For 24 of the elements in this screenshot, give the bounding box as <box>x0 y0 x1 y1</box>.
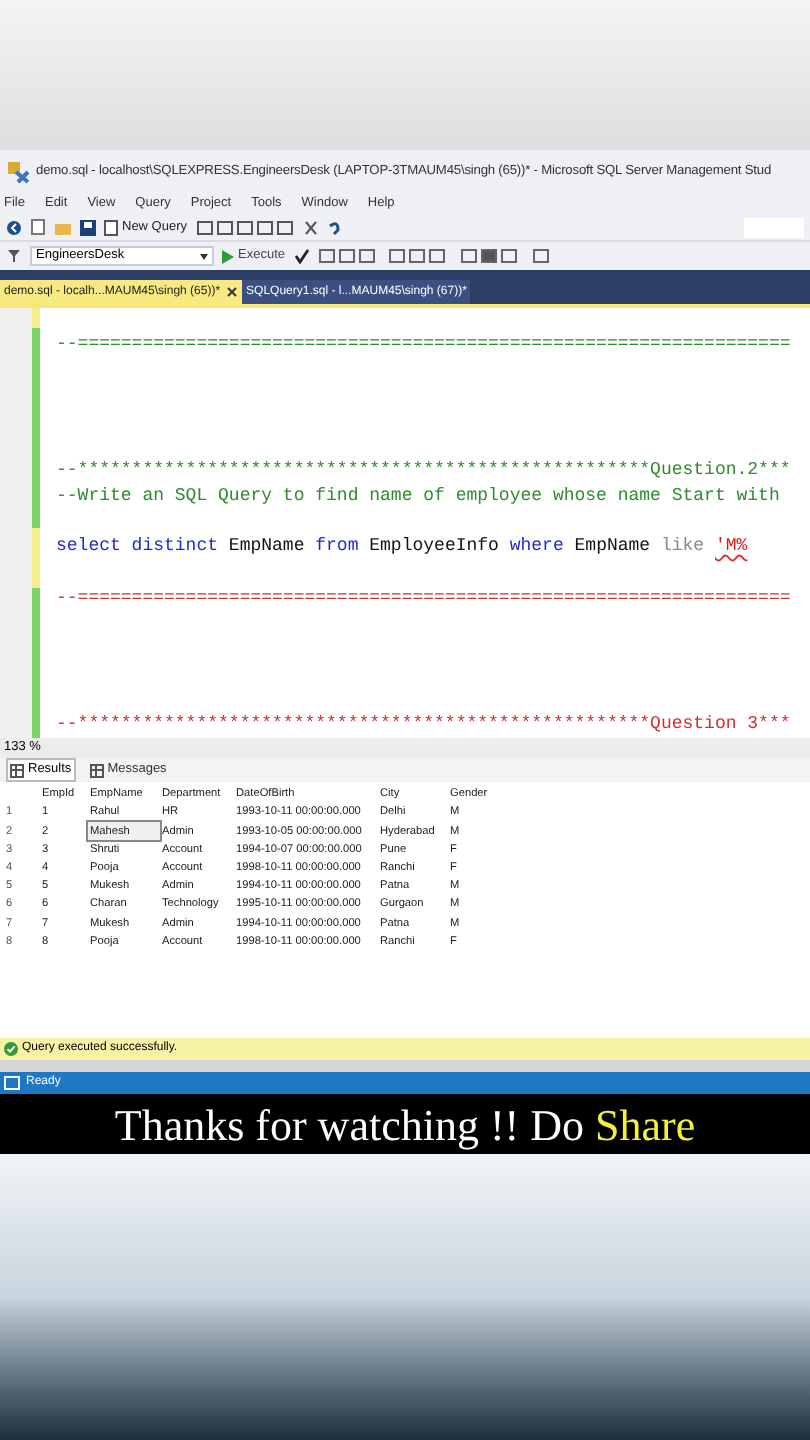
code-line: --================================================================== <box>56 332 791 359</box>
code-line: --*****************************************************Question 3*** <box>56 711 791 738</box>
cut-icon[interactable] <box>303 219 318 235</box>
undo-icon[interactable] <box>325 219 342 235</box>
success-check-icon <box>4 1042 18 1056</box>
grid-icon <box>89 763 104 777</box>
app-logo-icon <box>6 160 30 184</box>
code-line: --*****************************************************Question.2*** <box>56 458 791 485</box>
toolbar-search-field[interactable] <box>744 217 804 237</box>
save-icon[interactable] <box>80 219 96 235</box>
play-icon <box>222 249 234 263</box>
back-arrow-icon[interactable] <box>6 219 22 235</box>
close-icon[interactable] <box>226 286 239 298</box>
status-window-icon <box>4 1076 20 1090</box>
video-caption: Thanks for watching !! Do Share <box>114 1097 696 1154</box>
code-line: --Write an SQL Query to find name of employee whose name Start with <box>56 484 780 511</box>
grid-icon <box>10 763 24 777</box>
code-line: select distinct EmpName from EmployeeInfo where EmpName like 'M% <box>56 534 748 561</box>
code-line: --================================================================== <box>56 585 791 612</box>
new-query-icon <box>104 219 118 235</box>
new-file-icon[interactable] <box>30 218 46 236</box>
filter-icon[interactable] <box>6 248 22 264</box>
checkmark-icon[interactable] <box>293 248 309 264</box>
query-icons[interactable] <box>195 219 296 235</box>
